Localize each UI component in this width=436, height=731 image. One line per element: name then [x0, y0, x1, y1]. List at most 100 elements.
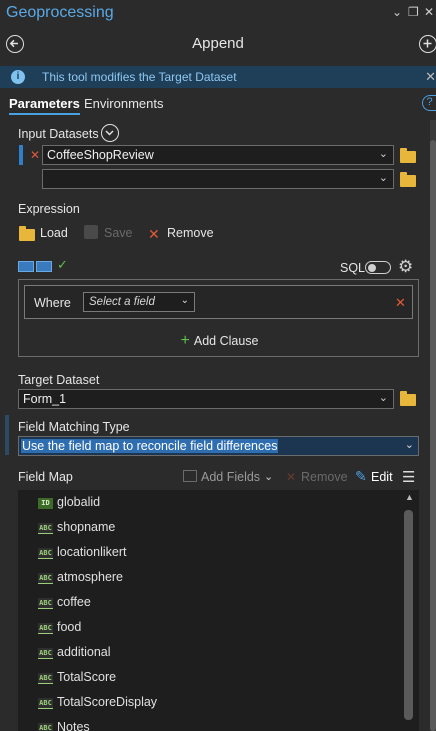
info-banner: i This tool modifies the Target Dataset …	[0, 66, 436, 88]
field-name: atmosphere	[57, 570, 124, 584]
chevron-down-icon[interactable]: ⌄	[379, 391, 388, 404]
scroll-up-icon[interactable]: ▲	[405, 492, 414, 502]
list-item[interactable]: ABC TotalScoreDisplay	[38, 695, 157, 717]
save-button[interactable]: Save	[104, 226, 133, 240]
field-map-list[interactable]: ID globalid ABC shopname ABC locationlikert…	[18, 490, 419, 731]
field-matching-type-value: Use the field map to reconcile field dif…	[21, 439, 279, 453]
target-dataset-value: Form_1	[23, 392, 67, 406]
text-type-icon: ABC	[38, 598, 53, 609]
edit-button[interactable]: Edit	[371, 470, 393, 484]
validate-check-icon[interactable]: ✓	[57, 257, 68, 273]
pane-scrollbar[interactable]	[430, 120, 436, 731]
tool-header: Append	[0, 28, 436, 62]
pane-menu-chevron-icon[interactable]: ⌄	[392, 5, 402, 19]
input-dataset-value: CoffeeShopReview	[47, 148, 154, 162]
select-field-placeholder: Select a field	[89, 296, 155, 308]
add-icon[interactable]	[419, 35, 436, 53]
list-item[interactable]: ABC shopname	[38, 520, 115, 542]
plus-icon: +	[180, 332, 190, 349]
field-name: food	[57, 620, 82, 634]
tool-tabs: Parameters Environments ?	[0, 92, 436, 118]
sql-toggle[interactable]	[365, 261, 391, 274]
info-message: This tool modifies the Target Dataset	[42, 70, 237, 84]
expression-label: Expression	[18, 202, 80, 216]
text-type-icon: ABC	[38, 673, 53, 684]
chevron-down-icon[interactable]: ⌄	[379, 171, 388, 184]
remove-row-icon[interactable]: ✕	[30, 148, 40, 162]
sql-toggle-label: SQL	[340, 261, 366, 275]
field-name: additional	[57, 645, 111, 659]
text-type-icon: ABC	[38, 723, 53, 731]
add-clause-button[interactable]: + Add Clause	[19, 332, 420, 350]
info-close-icon[interactable]: ✕	[425, 69, 436, 85]
field-name: globalid	[57, 495, 101, 509]
input-dataset-field[interactable]: CoffeeShopReview ⌄	[42, 145, 394, 165]
tab-environments[interactable]: Environments	[84, 96, 163, 111]
list-item[interactable]: ABC additional	[38, 645, 111, 667]
pane-title: Geoprocessing	[6, 4, 114, 21]
hamburger-menu-icon[interactable]: ☰	[402, 468, 415, 486]
list-item[interactable]: ID globalid	[38, 495, 100, 517]
field-name: TotalScoreDisplay	[57, 695, 158, 709]
tab-parameters[interactable]: Parameters	[9, 96, 80, 115]
target-dataset-label: Target Dataset	[18, 373, 100, 387]
collapse-chevron-icon[interactable]	[101, 124, 119, 142]
browse-folder-icon[interactable]	[400, 148, 416, 163]
field-matching-type-dropdown[interactable]: Use the field map to reconcile field dif…	[18, 436, 419, 456]
text-type-icon: ABC	[38, 623, 53, 634]
field-name: Notes	[57, 720, 90, 731]
title-bar: Geoprocessing ⌄ ❐ ✕	[0, 0, 436, 28]
add-fields-icon	[183, 470, 197, 482]
target-dataset-field[interactable]: Form_1 ⌄	[18, 389, 394, 409]
remove-x-icon: ✕	[148, 226, 160, 242]
field-name: shopname	[57, 520, 116, 534]
browse-folder-icon[interactable]	[400, 172, 416, 187]
required-indicator	[19, 145, 23, 165]
select-field-dropdown[interactable]: Select a field ⌄	[83, 292, 195, 312]
chevron-down-icon[interactable]: ⌄	[181, 295, 189, 306]
add-fields-button[interactable]: Add Fields	[201, 470, 260, 484]
field-name: locationlikert	[57, 545, 127, 559]
text-type-icon: ABC	[38, 648, 53, 659]
text-type-icon: ABC	[38, 548, 53, 559]
field-matching-type-label: Field Matching Type	[18, 420, 130, 434]
where-label: Where	[34, 296, 71, 310]
expression-builder: Where Select a field ⌄ ✕ + Add Clause	[18, 279, 419, 357]
help-icon[interactable]: ?	[422, 95, 436, 111]
remove-button[interactable]: Remove	[167, 226, 214, 240]
close-icon[interactable]: ✕	[424, 5, 434, 19]
chevron-down-icon[interactable]: ⌄	[405, 438, 414, 451]
pencil-icon: ✎	[355, 468, 367, 484]
list-item[interactable]: ABC TotalScore	[38, 670, 116, 692]
remove-field-button[interactable]: Remove	[301, 470, 348, 484]
remove-clause-icon[interactable]: ✕	[395, 295, 406, 311]
browse-folder-icon[interactable]	[400, 391, 416, 406]
list-item[interactable]: ABC atmosphere	[38, 570, 123, 592]
input-dataset-field-empty[interactable]: ⌄	[42, 169, 394, 189]
group-mode-icon[interactable]	[36, 261, 52, 272]
field-map-scrollbar-thumb[interactable]	[404, 510, 413, 720]
list-item[interactable]: ABC food	[38, 620, 81, 642]
add-fields-chevron-icon[interactable]: ⌄	[264, 470, 273, 483]
load-button[interactable]: Load	[40, 226, 68, 240]
list-item[interactable]: ABC locationlikert	[38, 545, 126, 567]
list-item[interactable]: ABC Notes	[38, 720, 90, 731]
list-item[interactable]: ABC coffee	[38, 595, 91, 617]
pane-scrollbar-thumb[interactable]	[430, 140, 436, 731]
remove-field-x-icon: ✕	[286, 470, 297, 484]
id-type-icon: ID	[38, 498, 53, 509]
clause-mode-icon[interactable]	[18, 261, 34, 272]
field-name: TotalScore	[57, 670, 117, 684]
active-parameter-indicator	[5, 415, 9, 455]
field-map-label: Field Map	[18, 470, 73, 484]
tool-name: Append	[192, 35, 244, 52]
text-type-icon: ABC	[38, 698, 53, 709]
text-type-icon: ABC	[38, 523, 53, 534]
gear-icon[interactable]: ⚙	[398, 257, 413, 277]
restore-icon[interactable]: ❐	[408, 5, 419, 19]
chevron-down-icon[interactable]: ⌄	[379, 147, 388, 160]
load-folder-icon	[19, 226, 35, 241]
text-type-icon: ABC	[38, 573, 53, 584]
field-name: coffee	[57, 595, 91, 609]
info-icon: i	[11, 70, 25, 84]
